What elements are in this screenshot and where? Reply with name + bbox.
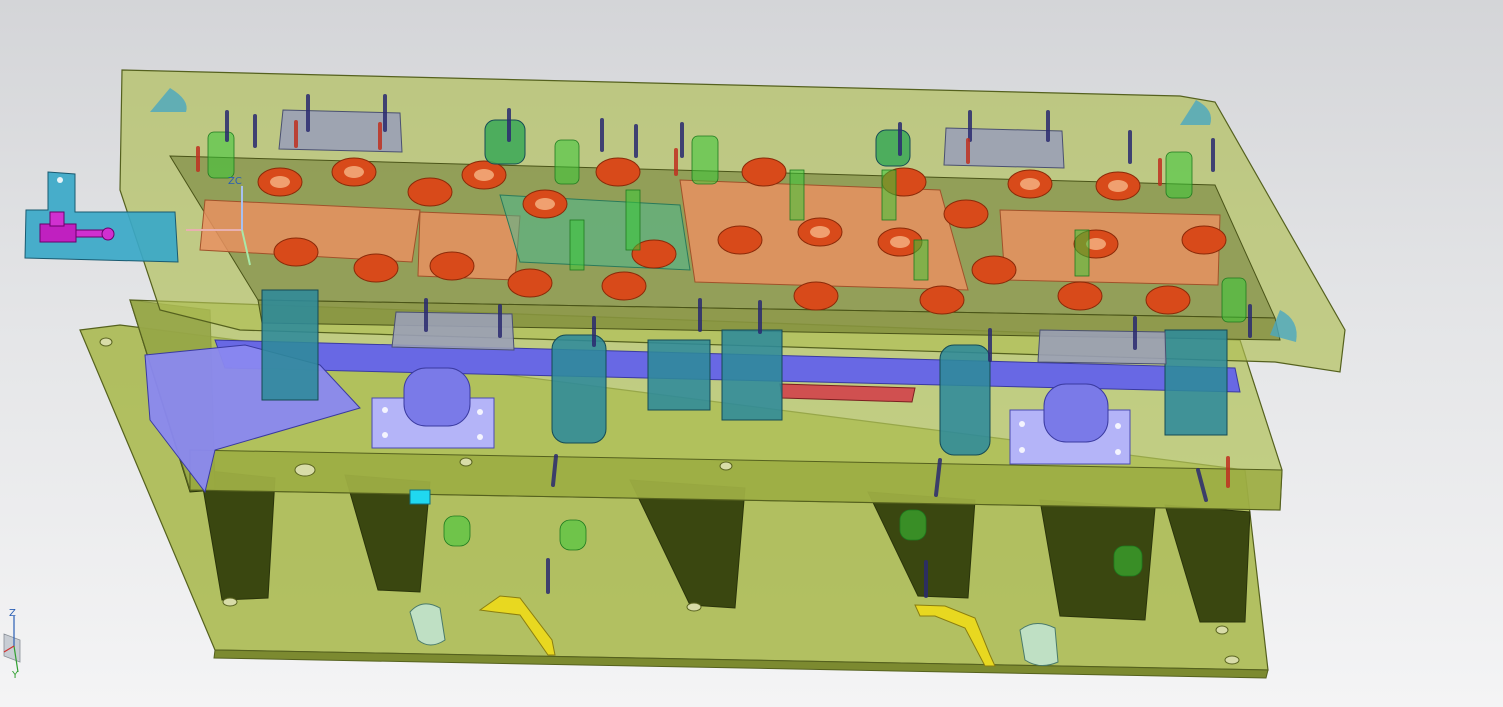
view-orientation-triad[interactable]: Z Y xyxy=(0,606,34,686)
csys-label: ZC xyxy=(228,176,242,187)
triad-y-label: Y xyxy=(12,670,19,681)
graphics-viewport[interactable]: ZC Z Y xyxy=(0,0,1503,707)
cyan-sensor-block xyxy=(409,489,431,505)
cad-die-assembly-model[interactable]: ZC xyxy=(0,0,1503,707)
triad-z-label: Z xyxy=(9,608,16,619)
magenta-cylinder xyxy=(39,223,77,243)
